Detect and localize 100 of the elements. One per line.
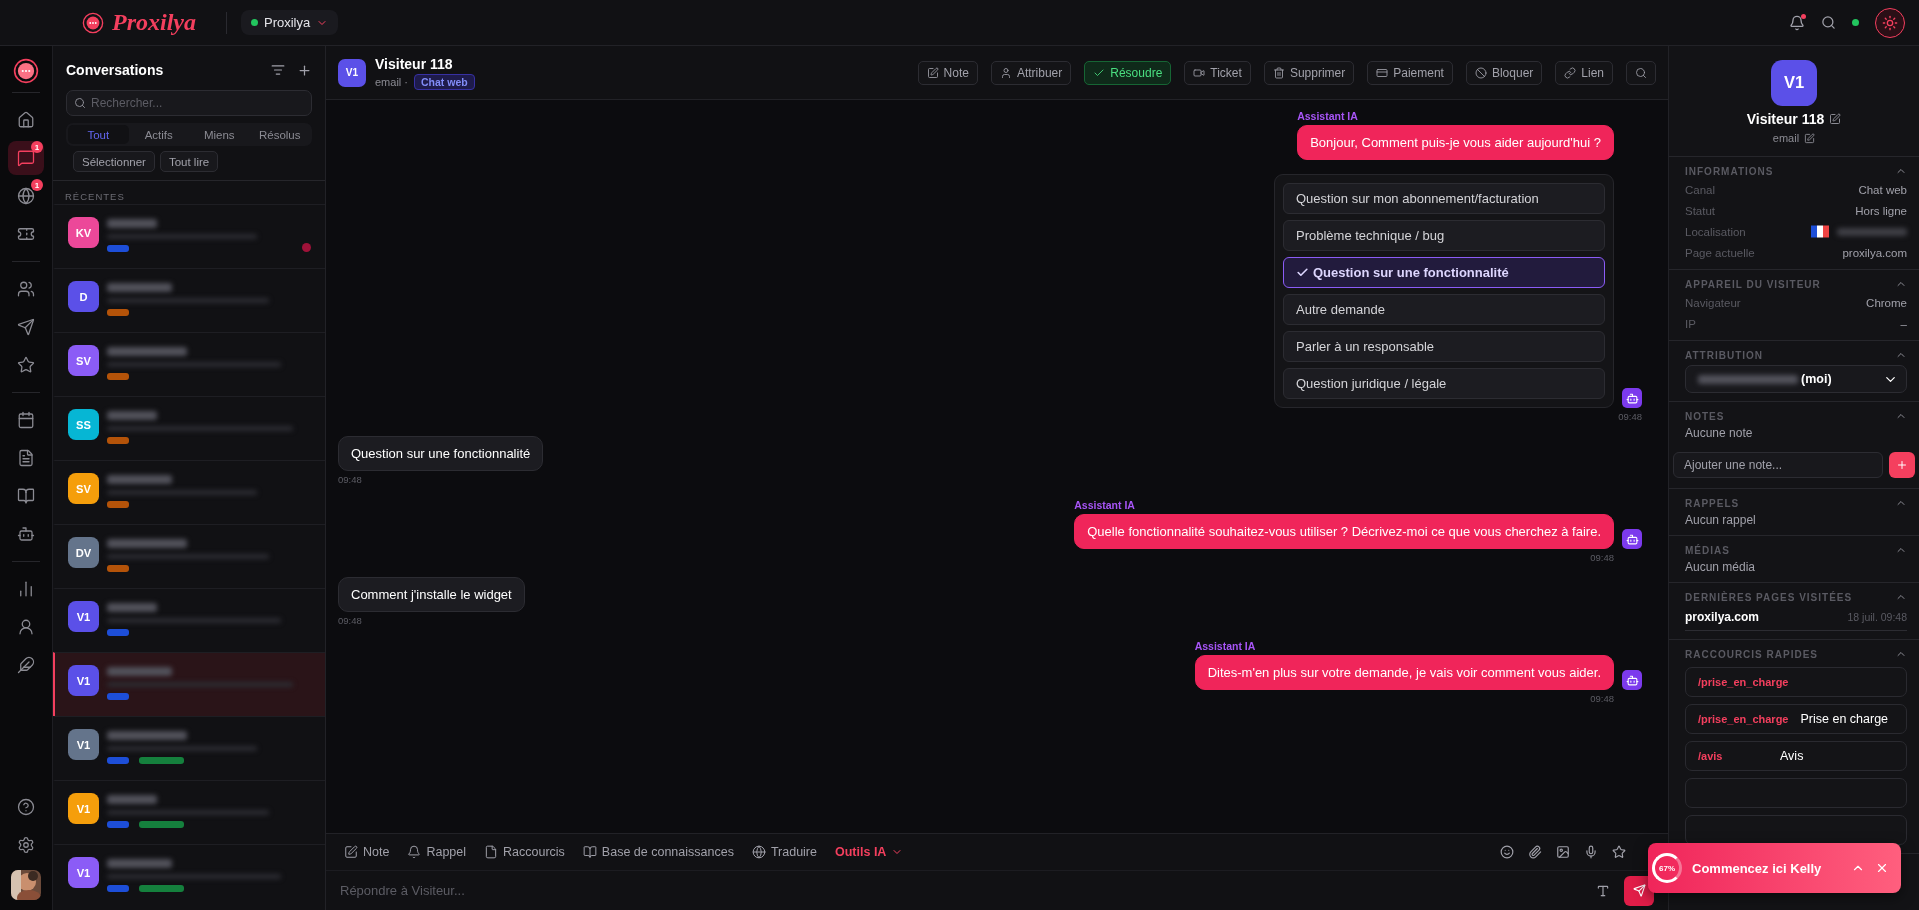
choice-option[interactable]: Question sur une fonctionnalité	[1283, 257, 1605, 288]
choice-option[interactable]: Question juridique / légale	[1283, 368, 1605, 399]
composer-tool[interactable]: Rappel	[407, 845, 467, 859]
list-action-button[interactable]: Sélectionner	[73, 151, 155, 172]
edit-icon	[926, 66, 939, 79]
composer-tool[interactable]: Traduire	[751, 845, 817, 859]
message-time: 09:48	[1590, 693, 1614, 704]
channel-tag: Chat web	[414, 73, 475, 90]
toolbar-button[interactable]: Ticket	[1184, 60, 1251, 85]
choice-option[interactable]: Problème technique / bug	[1283, 220, 1605, 251]
edit-icon[interactable]	[1804, 132, 1816, 144]
avatar: DV	[68, 537, 99, 568]
notifications-button[interactable]	[1789, 14, 1805, 31]
toolbar-button[interactable]: Paiement	[1367, 60, 1453, 85]
reply-input[interactable]: Répondre à Visiteur...	[338, 882, 1582, 899]
toolbar-button[interactable]: Lien	[1555, 60, 1613, 85]
microphone-button[interactable]	[1584, 845, 1598, 859]
filter-tab[interactable]: Tout	[68, 125, 129, 144]
conversation-item[interactable]: SV	[53, 332, 325, 396]
count-badge: 1	[31, 141, 43, 153]
book-icon	[17, 487, 35, 505]
composer-tool[interactable]: Outils IA	[835, 845, 904, 859]
avatar: KV	[68, 217, 99, 248]
contact-name: Visiteur 118	[1746, 111, 1825, 127]
shortcut-item[interactable]: /prise_en_charge	[1685, 667, 1907, 697]
section-title: MÉDIAS	[1685, 544, 1730, 556]
attach-button[interactable]	[1528, 845, 1542, 859]
conversation-item[interactable]: V1	[53, 844, 325, 908]
section-title: NOTES	[1685, 410, 1725, 422]
avatar: V1	[68, 729, 99, 760]
toast-title: Commencez ici Kelly	[1692, 860, 1822, 876]
assignee-select[interactable]: (moi)	[1685, 365, 1907, 393]
link-icon	[1564, 66, 1577, 79]
section-title: INFORMATIONS	[1685, 165, 1774, 177]
format-button[interactable]	[1596, 883, 1610, 898]
image-button[interactable]	[1556, 845, 1570, 859]
smile-icon	[1500, 845, 1514, 859]
shortcut-item[interactable]: /prise_en_charge Prise en charge	[1685, 704, 1907, 734]
robot-icon	[1622, 670, 1642, 690]
conversation-item[interactable]: V1	[53, 652, 325, 716]
info-label: Navigateur	[1685, 296, 1741, 309]
avatar: V1	[68, 601, 99, 632]
composer-tool[interactable]: Base de connaissances	[582, 845, 734, 859]
avatar: SS	[68, 409, 99, 440]
toolbar-button[interactable]: Attribuer	[990, 60, 1072, 85]
conversation-item[interactable]: V1	[53, 716, 325, 780]
workspace-selector[interactable]: Proxilya	[241, 10, 339, 35]
conversation-item[interactable]: V1	[53, 588, 325, 652]
toolbar-button[interactable]: Résoudre	[1084, 60, 1172, 85]
check-icon	[1296, 266, 1309, 279]
blurred-text	[107, 219, 157, 228]
page-url[interactable]: proxilya.com	[1685, 610, 1760, 624]
conversation-item[interactable]: DV	[53, 524, 325, 588]
text-icon	[1596, 883, 1610, 898]
conversation-title: Visiteur 118	[375, 55, 454, 72]
nav-button[interactable]: 1	[8, 141, 44, 175]
close-button[interactable]	[1875, 861, 1889, 875]
toolbar-button[interactable]: Note	[917, 60, 978, 85]
favorite-button[interactable]	[1612, 845, 1626, 859]
shortcut-item[interactable]: /avis Avis	[1685, 741, 1907, 771]
info-label: Localisation	[1685, 225, 1746, 238]
search-button[interactable]	[1626, 60, 1656, 85]
message-time: 09:48	[338, 615, 362, 626]
info-value: Hors ligne	[1855, 204, 1907, 217]
search-icon	[74, 97, 86, 109]
toolbar-button[interactable]: Bloquer	[1465, 60, 1543, 85]
onboarding-toast[interactable]: 67% Commencez ici Kelly	[1648, 843, 1901, 893]
choice-option[interactable]: Question sur mon abonnement/facturation	[1283, 183, 1605, 214]
globe-icon	[751, 845, 766, 859]
note-input[interactable]: Ajouter une note...	[1673, 452, 1883, 478]
choice-option[interactable]: Parler à un responsable	[1283, 331, 1605, 362]
choice-option[interactable]: Autre demande	[1283, 294, 1605, 325]
search-icon	[1821, 15, 1836, 30]
nav-button[interactable]: 1	[8, 179, 44, 213]
add-note-button[interactable]	[1889, 452, 1915, 478]
filter-tab[interactable]: Miens	[189, 125, 250, 144]
add-button[interactable]	[297, 62, 312, 78]
composer-tool[interactable]: Raccourcis	[484, 845, 565, 859]
bot-message: Bonjour, Comment puis-je vous aider aujourd'hui ?	[1297, 125, 1614, 160]
conversation-item[interactable]: D	[53, 268, 325, 332]
info-value: Chat web	[1858, 183, 1907, 196]
shortcut-item[interactable]	[1685, 815, 1907, 845]
edit-icon[interactable]	[1829, 113, 1842, 125]
filter-icon	[271, 63, 285, 77]
filter-tab[interactable]: Résolus	[249, 125, 310, 144]
filter-button[interactable]	[271, 63, 285, 77]
section-title: ATTRIBUTION	[1685, 349, 1764, 361]
section-title: DERNIÈRES PAGES VISITÉES	[1685, 591, 1853, 603]
search-button[interactable]	[1821, 15, 1836, 30]
send-button[interactable]	[1624, 875, 1654, 906]
toolbar-button[interactable]: Supprimer	[1263, 60, 1355, 85]
avatar: V1	[68, 857, 99, 888]
filter-tab[interactable]: Actifs	[128, 125, 189, 144]
emoji-button[interactable]	[1500, 845, 1514, 859]
search-field[interactable]: Rechercher...	[66, 90, 312, 116]
composer-tool[interactable]: Note	[344, 845, 390, 859]
conversation-item[interactable]: KV	[53, 204, 325, 268]
star-icon	[1612, 845, 1626, 859]
list-action-button[interactable]: Tout lire	[159, 151, 219, 172]
theme-button[interactable]	[1875, 7, 1905, 38]
